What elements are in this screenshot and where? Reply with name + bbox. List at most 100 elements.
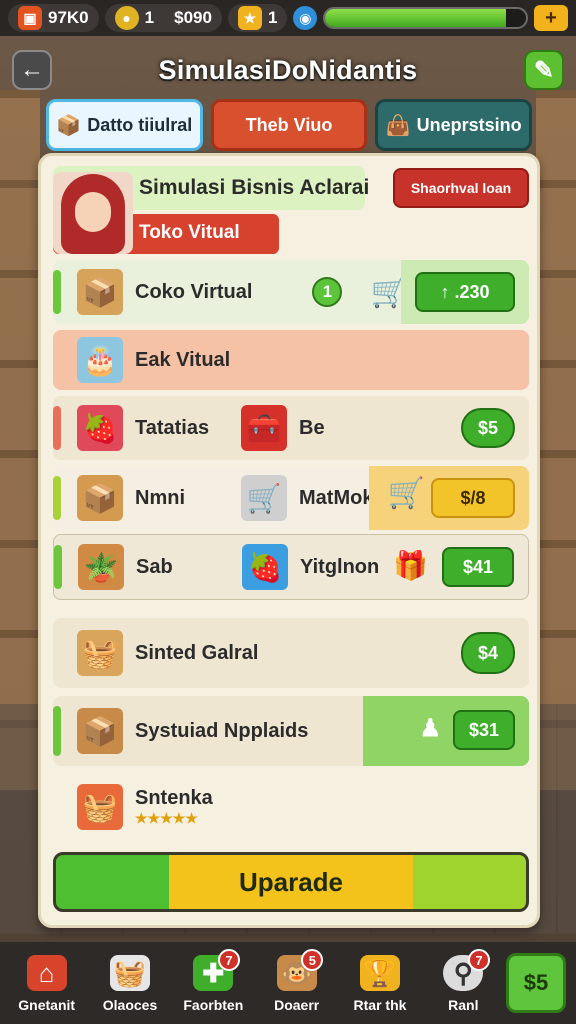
- box-icon: 📦: [77, 475, 123, 521]
- cash-button[interactable]: $5: [505, 953, 566, 1013]
- pencil-icon: ✎: [533, 56, 555, 84]
- nav-item-gnetanit[interactable]: ⌂ Gnetanit: [6, 947, 87, 1019]
- page-title: SimulasiDoNidantis: [158, 54, 418, 85]
- cart-icon: 🛒: [241, 475, 287, 521]
- crate-icon: 🍓: [242, 544, 288, 590]
- nav-item-rtar[interactable]: 🏆 Rtar thk: [339, 947, 420, 1019]
- row-accent: [53, 476, 61, 520]
- notification-badge: 7: [217, 949, 240, 971]
- item-name-2: Yitglnon: [300, 555, 380, 578]
- gems-count: 1: [144, 8, 155, 27]
- buy-button[interactable]: $41: [442, 547, 514, 587]
- box-icon: 📦: [77, 269, 123, 315]
- list-item[interactable]: 📦 Nmni 🛒 MatMok 🛒 $/8: [53, 466, 529, 530]
- buy-button[interactable]: ↑ .230: [415, 272, 515, 312]
- box-icon: 📦: [56, 114, 82, 137]
- list-item[interactable]: 📦 Coko Virtual 1 🛒 ↑ .230: [53, 260, 529, 324]
- nav-item-ranl[interactable]: ⚲ Ranl 7: [423, 947, 504, 1019]
- nav-item-faorbten[interactable]: ✚ Faorbten 7: [173, 947, 254, 1019]
- item-name: Sntenka: [135, 787, 213, 809]
- tab-label: Theb Viuo: [245, 114, 333, 135]
- money-value: $090: [174, 8, 212, 27]
- add-currency-button[interactable]: +: [534, 5, 568, 31]
- item-name: Systuiad Npplaids: [135, 719, 309, 742]
- item-name-2: MatMok: [299, 486, 374, 509]
- panel-title: Simulasi Bisnis Aclarai: [139, 176, 370, 199]
- coins-value: 97K0: [48, 8, 89, 27]
- list-item[interactable]: 🍓 Tatatias 🧰 Be $5: [53, 396, 529, 460]
- item-name: Sinted Galral: [135, 641, 259, 664]
- panel-header: Simulasi Bisnis Aclarai Toko Vitual Shao…: [53, 166, 529, 254]
- tab-datto[interactable]: 📦 Datto tiiulral: [46, 99, 203, 151]
- item-name: Sab: [136, 555, 173, 578]
- item-text: Sntenka ★★★★★: [135, 787, 213, 827]
- row-accent: [53, 270, 61, 314]
- buy-button[interactable]: $4: [461, 632, 515, 674]
- crate-icon: 🧰: [241, 405, 287, 451]
- bottom-nav: ⌂ Gnetanit 🧺 Olaoces ✚ Faorbten 7 🐵 Doae…: [0, 942, 576, 1024]
- coins-counter[interactable]: ▣ 97K0: [8, 4, 99, 32]
- item-name-2: Be: [299, 416, 325, 439]
- list-item[interactable]: 🧺 Sntenka ★★★★★: [53, 774, 529, 840]
- nav-label: Olaoces: [102, 997, 158, 1013]
- stars-count: 1: [267, 8, 278, 27]
- tab-theb[interactable]: Theb Viuo: [210, 99, 368, 151]
- tab-label: Datto tiiulral: [87, 114, 193, 135]
- nav-label: Rtar thk: [353, 997, 407, 1013]
- basket-icon: 🧺: [77, 630, 123, 676]
- stars-counter[interactable]: ★ 1: [227, 4, 288, 32]
- buy-button[interactable]: $/8: [431, 478, 515, 518]
- left-shelf: [0, 90, 40, 790]
- item-count-badge: 1: [312, 277, 343, 307]
- buy-button[interactable]: $31: [453, 710, 515, 750]
- tab-uneprstsino[interactable]: 👜 Uneprstsino: [375, 99, 533, 151]
- upgrade-button[interactable]: Uparade: [53, 852, 529, 912]
- person-icon: ♟: [419, 715, 441, 742]
- row-accent: [54, 545, 62, 589]
- xp-progress-bar: [323, 7, 528, 29]
- berries-icon: 🍓: [77, 405, 123, 451]
- back-button[interactable]: ←: [12, 50, 52, 90]
- row-accent: [53, 706, 61, 756]
- back-arrow-icon: ←: [20, 56, 44, 83]
- business-panel: Simulasi Bisnis Aclarai Toko Vitual Shao…: [38, 153, 540, 928]
- title-bar: ← SimulasiDoNidantis ✎: [12, 48, 564, 92]
- buy-button[interactable]: $5: [461, 408, 515, 448]
- avatar-face: [75, 192, 111, 232]
- level-icon: ◉: [293, 6, 318, 30]
- basket-icon: 🧺: [77, 784, 123, 830]
- list-item[interactable]: 🎂 Eak Vitual: [53, 330, 529, 390]
- list-item[interactable]: 📦 Systuiad Npplaids ♟ $31: [53, 696, 529, 766]
- nav-label: Ranl: [448, 997, 479, 1013]
- list-item[interactable]: 🧺 Sinted Galral $4: [53, 618, 529, 688]
- nav-label: Gnetanit: [18, 997, 76, 1013]
- right-shelf: [536, 90, 576, 790]
- notification-badge: 5: [301, 949, 324, 971]
- loan-button[interactable]: Shaorhval loan: [393, 168, 529, 208]
- nav-item-doaerr[interactable]: 🐵 Doaerr 5: [256, 947, 337, 1019]
- notification-badge: 7: [467, 949, 490, 971]
- cake-icon: 🎂: [77, 337, 123, 383]
- tab-label: Uneprstsino: [416, 114, 522, 135]
- cart-icon: 🛒: [387, 477, 425, 510]
- shop-icon: ⌂: [26, 955, 67, 991]
- xp-progress-fill: [325, 9, 506, 27]
- item-name: Nmni: [135, 486, 185, 509]
- box-icon: 📦: [77, 708, 123, 754]
- coin-icon: ●: [114, 6, 139, 30]
- list-item[interactable]: 🪴 Sab 🍓 Yitglnon 🎁 $41: [53, 534, 529, 600]
- item-name: Coko Virtual: [135, 280, 253, 303]
- tab-bar: 📦 Datto tiiulral Theb Viuo 👜 Uneprstsino: [46, 99, 533, 151]
- item-name: Tatatias: [135, 416, 210, 439]
- gems-counter[interactable]: ● 1 $090: [104, 4, 222, 32]
- bag-icon: 👜: [385, 114, 411, 137]
- trophy-icon: 🏆: [359, 955, 400, 991]
- basket-icon: 🧺: [109, 955, 150, 991]
- avatar: [53, 172, 133, 254]
- gift-box-icon: 🎁: [393, 550, 428, 581]
- shop-icon: ▣: [18, 6, 42, 30]
- row-accent: [53, 406, 61, 450]
- edit-button[interactable]: ✎: [523, 50, 564, 90]
- nav-item-olaoces[interactable]: 🧺 Olaoces: [89, 947, 170, 1019]
- star-icon: ★: [237, 6, 262, 30]
